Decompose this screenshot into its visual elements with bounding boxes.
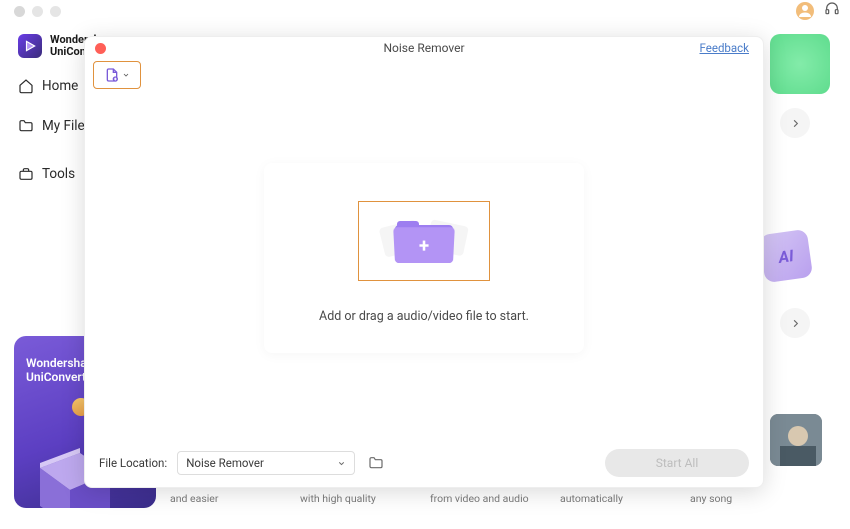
ai-icon-label: AI (777, 246, 794, 267)
window-titlebar (0, 0, 850, 22)
chevron-down-icon (122, 71, 130, 79)
traffic-light-min[interactable] (32, 6, 43, 17)
sidebar-label-tools: Tools (42, 166, 75, 182)
start-all-button: Start All (605, 449, 749, 477)
caption-1: and easier (170, 492, 300, 505)
drop-frame: + (358, 201, 490, 281)
feedback-link[interactable]: Feedback (700, 41, 749, 55)
dropzone-area: + Add or drag a audio/video file to star… (85, 91, 763, 353)
folder-icon (18, 118, 34, 134)
modal-header: Noise Remover Feedback (85, 37, 763, 59)
dropzone-text: Add or drag a audio/video file to start. (319, 309, 529, 324)
file-location-select[interactable]: Noise Remover (177, 451, 355, 475)
modal-footer: File Location: Noise Remover Start All (99, 449, 749, 477)
folder-add-icon: + (395, 219, 453, 263)
bg-tile-green (770, 34, 830, 94)
caption-2: with high quality (300, 492, 430, 505)
app-logo-icon (18, 34, 42, 58)
file-location-label: File Location: (99, 456, 167, 470)
home-icon (18, 78, 34, 94)
file-location-value: Noise Remover (186, 456, 264, 470)
traffic-light-close[interactable] (14, 6, 25, 17)
toolbox-icon (18, 166, 34, 182)
noise-remover-modal: Noise Remover Feedback + (84, 36, 764, 488)
support-headset-icon[interactable] (824, 1, 840, 21)
modal-title: Noise Remover (85, 41, 763, 55)
caption-4: automatically (560, 492, 690, 505)
chevron-down-icon (337, 459, 346, 468)
carousel-next-2[interactable] (780, 308, 810, 338)
traffic-light-max[interactable] (50, 6, 61, 17)
modal-toolbar (85, 59, 763, 91)
dropzone[interactable]: + Add or drag a audio/video file to star… (264, 163, 584, 353)
bg-captions: and easier with high quality from video … (170, 492, 820, 505)
add-file-button[interactable] (93, 61, 141, 89)
carousel-next-1[interactable] (780, 108, 810, 138)
user-avatar-icon[interactable] (796, 2, 814, 20)
start-all-label: Start All (656, 456, 699, 470)
sidebar-label-home: Home (42, 78, 78, 94)
caption-3: from video and audio (430, 492, 560, 505)
caption-5: any song (690, 492, 820, 505)
bg-tile-thumb (770, 414, 822, 466)
add-document-icon (104, 67, 120, 83)
open-folder-button[interactable] (365, 452, 387, 474)
bg-tile-ai: AI (759, 229, 813, 283)
sidebar-label-myfile: My File (42, 118, 85, 134)
topbar-right (796, 0, 840, 22)
